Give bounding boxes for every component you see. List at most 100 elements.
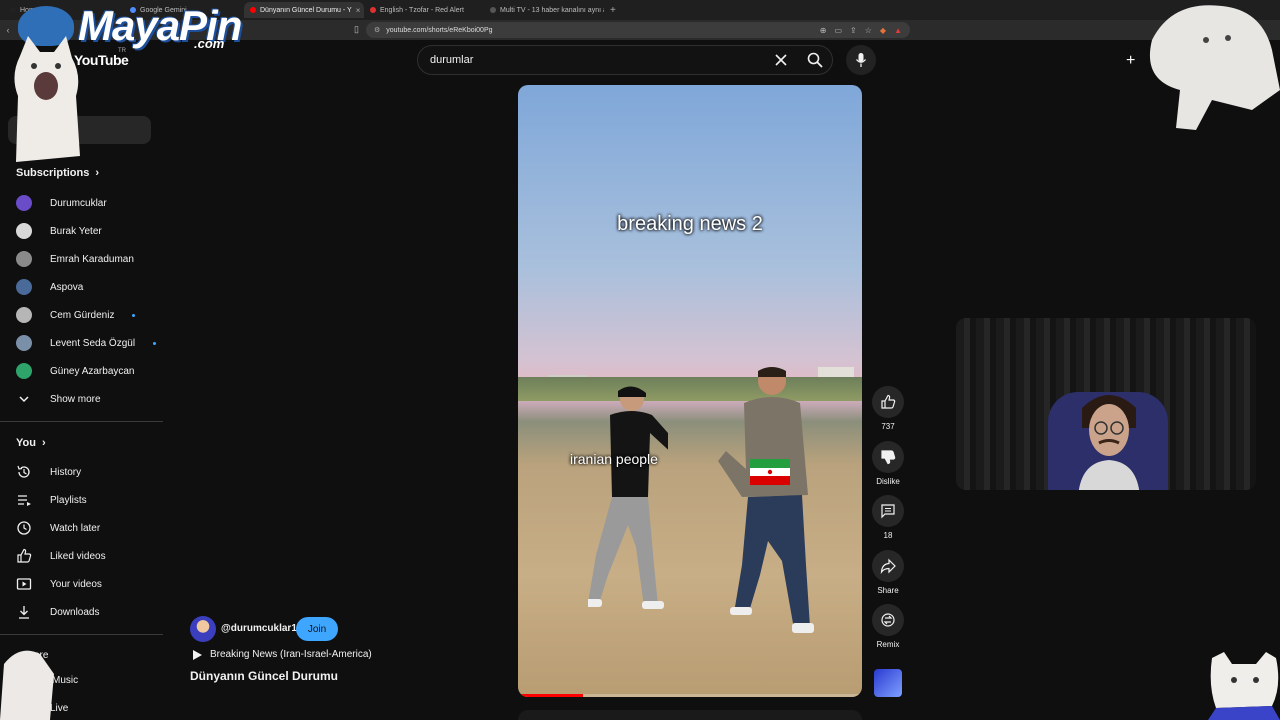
remix-button[interactable]: Remix [872,604,904,649]
channel-avatar-thumbnail[interactable] [874,669,902,697]
streamer-webcam-overlay [956,318,1256,490]
like-button[interactable]: 737 [872,386,904,431]
subscription-name: Emrah Karaduman [50,253,134,265]
subscription-name: Levent Seda Özgül [50,337,136,349]
url-text: youtube.com/shorts/eReKboi00Pg [386,26,493,34]
streamer-figure [1078,395,1140,490]
tab-favicon-icon [370,7,376,13]
sidebar-item[interactable]: Watch later [16,518,100,538]
show-more-button[interactable]: Show more [16,389,101,409]
channel-handle[interactable]: @durumcuklar1 [221,623,297,634]
playlist-link[interactable]: Breaking News (Iran-Israel-America) [192,649,372,660]
video-progress-bar[interactable] [518,694,862,697]
bookmark-icon[interactable]: ▯ [354,24,359,35]
search-icon[interactable] [804,49,826,71]
browser-tab[interactable]: English - Tzofar - Red Alert [364,2,484,18]
next-short-preview[interactable] [518,710,862,720]
chevron-right-icon: › [95,167,100,179]
voice-search-button[interactable] [846,45,876,75]
sidebar-item-label: Watch later [50,522,101,534]
address-bar[interactable]: ⚙ youtube.com/shorts/eReKboi00Pg ⊕ ▭ ⇪ ☆… [366,22,910,38]
subscriptions-header[interactable]: Subscriptions › [16,167,99,179]
sidebar-item-label: History [50,466,82,478]
subscription-name: Aspova [50,281,84,293]
search-query: durumlar [430,54,474,66]
video-caption-person: iranian people [570,451,658,467]
sidebar-divider [0,421,163,422]
chevron-right-icon: › [41,437,46,449]
channel-avatar[interactable] [190,616,216,642]
comment-icon [881,504,895,519]
cat-overlay-icon [14,36,81,162]
tab-title: Dünyanın Güncel Durumu - Y [260,6,352,14]
subscriptions-label: Subscriptions [16,167,90,179]
subscription-item[interactable]: Aspova [16,277,83,297]
channel-avatar [16,251,32,267]
tab-title: Multi TV - 13 haber kanalını aynı and [500,6,604,14]
video-title: Dünyanın Güncel Durumu [190,669,339,683]
join-button[interactable]: Join [296,617,338,641]
person-right [718,367,814,633]
zoom-icon[interactable]: ⊕ [820,26,827,35]
chevron-down-icon [16,391,32,407]
sidebar-item[interactable]: Playlists [16,490,87,510]
share-button[interactable]: Share [872,550,904,595]
video-caption-top: breaking news 2 [617,213,763,235]
subscription-item[interactable]: Durumcuklar [16,193,107,213]
dislike-button[interactable]: Dislike [872,441,904,486]
downloads-icon [16,604,32,620]
clear-search-icon[interactable] [772,51,790,69]
sidebar-item[interactable]: Your videos [16,574,102,594]
browser-tab[interactable]: Dünyanın Güncel Durumu - Y × [244,2,364,18]
subscription-item[interactable]: Cem Gürdeniz [16,305,136,325]
play-icon [193,649,202,660]
you-header[interactable]: You › [16,437,46,449]
cat-overlay-icon [1149,5,1280,130]
subscription-item[interactable]: Levent Seda Özgül [16,333,157,353]
short-video-player[interactable]: breaking news 2 iranian people [518,85,862,697]
sidebar-item-label: Liked videos [50,550,106,562]
subscription-name: Burak Yeter [50,225,102,237]
tab-title: English - Tzofar - Red Alert [380,6,464,14]
channel-avatar [16,279,32,295]
thumbs-down-icon [881,450,896,465]
cat-overlay-icon [1208,652,1280,720]
subscription-name: Cem Gürdeniz [50,309,115,321]
sidebar-item-label: Playlists [50,494,87,506]
tab-favicon-icon [10,7,16,13]
person-left [588,386,668,609]
back-icon[interactable]: ‹ [0,25,16,35]
dislike-label: Dislike [876,477,900,486]
playlist-label: Breaking News (Iran-Israel-America) [210,649,372,660]
watermark-suffix: .com [194,36,225,51]
sidebar-item-label: Downloads [50,606,100,618]
channel-avatar [16,223,32,239]
watch-later-icon [16,520,32,536]
playlists-icon [16,492,32,508]
iran-flag-sticker [750,459,790,485]
sidebar-item[interactable]: Downloads [16,602,99,622]
subscription-item[interactable]: Emrah Karaduman [16,249,134,269]
site-settings-icon[interactable]: ⚙ [374,26,380,34]
browser-tab[interactable]: Multi TV - 13 haber kanalını aynı and [484,2,604,18]
remix-label: Remix [876,640,900,649]
comments-button[interactable]: 18 [872,495,904,540]
comment-count: 18 [883,531,893,540]
extension-icon[interactable]: ◆ [880,26,886,35]
search-input[interactable]: durumlar [417,45,833,75]
cat-overlay-icon [0,650,54,720]
remix-icon [881,613,895,627]
share-label: Share [877,586,899,595]
sidebar-item[interactable]: History [16,462,81,482]
microphone-icon [855,53,867,67]
subscription-item[interactable]: Burak Yeter [16,221,102,241]
close-tab-icon[interactable]: × [356,6,361,15]
new-tab-icon[interactable]: + [604,5,622,16]
subscription-item[interactable]: Güney Azarbaycan [16,361,135,381]
share-page-icon[interactable]: ⇪ [850,26,857,35]
cast-icon[interactable]: ▭ [834,26,842,35]
alert-extension-icon[interactable]: ▲ [894,26,902,35]
star-icon[interactable]: ☆ [865,26,872,35]
tab-favicon-icon [250,7,256,13]
sidebar-item[interactable]: Liked videos [16,546,106,566]
